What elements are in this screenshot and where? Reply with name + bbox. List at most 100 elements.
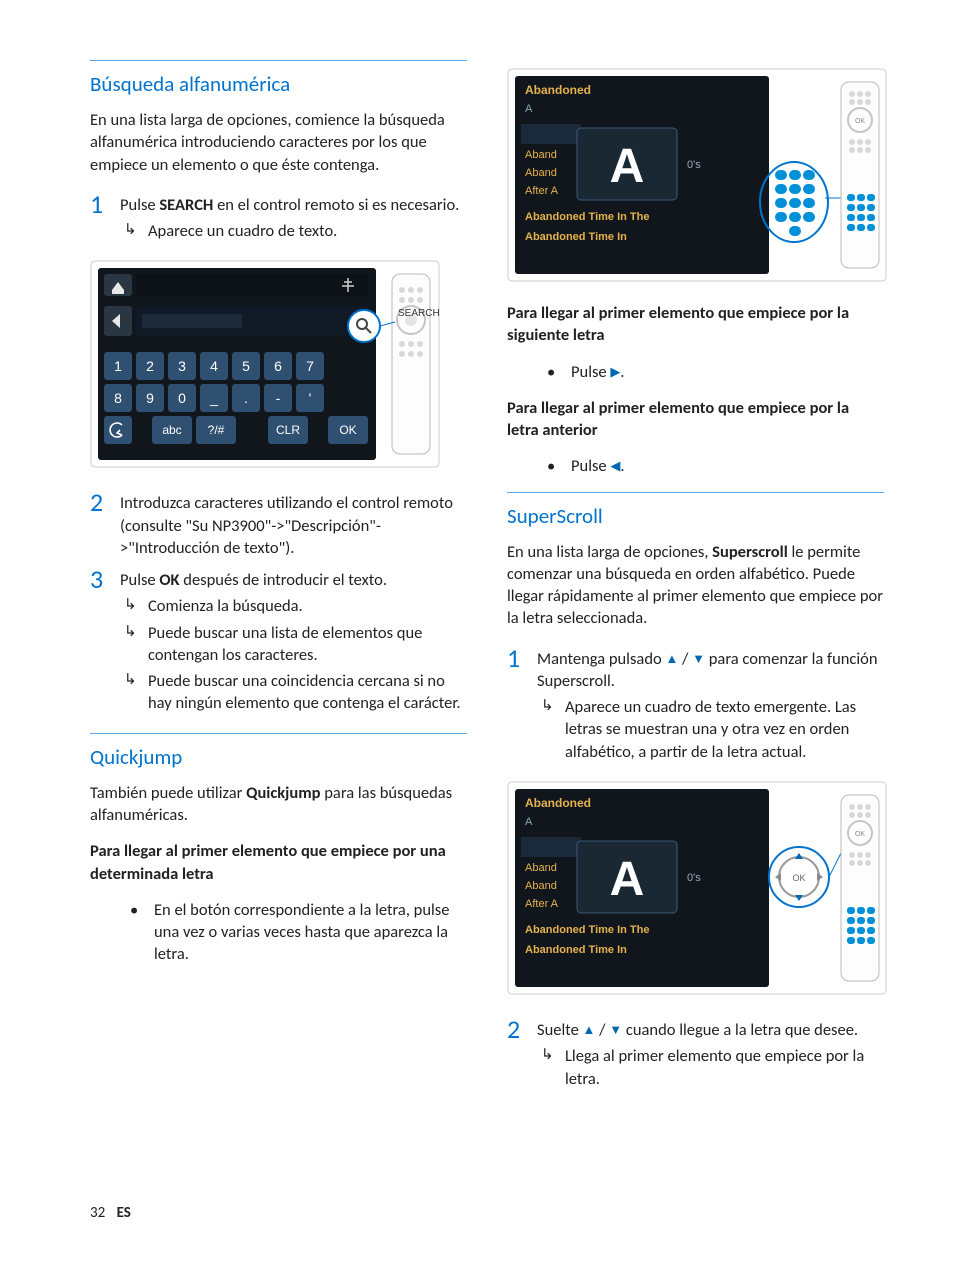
figure-search-keyboard: 1 2 3 4 5 6 7 8 9 0 _ . - ' <box>90 260 440 468</box>
superscroll-step-2: 2 Suelte ▲ / ▼ cuando llegue a la letra … <box>507 1015 884 1094</box>
para-quickjump-letter: Para llegar al primer elemento que empie… <box>90 840 467 885</box>
step-text: Pulse <box>120 570 159 590</box>
callout-circle <box>348 310 380 342</box>
para-superscroll: En una lista larga de opciones, Superscr… <box>507 541 884 630</box>
sub-result: ↳Puede buscar una lista de elementos que… <box>120 622 467 667</box>
svg-text:Abandoned Time In: Abandoned Time In <box>525 231 627 243</box>
sub-text: Aparece un cuadro de texto emergente. La… <box>565 696 884 763</box>
svg-text:OK: OK <box>792 873 805 883</box>
step-text: cuando llegue a la letra que desee. <box>622 1020 858 1040</box>
bullet-text: Pulse ◀. <box>571 455 625 477</box>
divider <box>90 733 467 734</box>
triangle-down-icon: ▼ <box>609 1023 622 1038</box>
triangle-down-icon: ▼ <box>692 652 705 667</box>
step-number: 3 <box>90 565 120 719</box>
result-arrow-icon: ↳ <box>537 1045 565 1090</box>
bullet-text: Pulse ▶. <box>571 361 625 383</box>
svg-text:After A: After A <box>525 898 559 910</box>
heading-alpha-search: Búsqueda alfanumérica <box>90 71 467 97</box>
result-arrow-icon: ↳ <box>120 220 148 242</box>
text: En una lista larga de opciones, <box>507 542 712 562</box>
svg-text:OK: OK <box>339 423 356 437</box>
svg-text:Abandoned Time In The: Abandoned Time In The <box>525 924 649 936</box>
step-number: 1 <box>507 644 537 767</box>
result-arrow-icon: ↳ <box>120 595 148 617</box>
svg-text:3: 3 <box>178 358 186 374</box>
svg-text:5: 5 <box>242 358 250 374</box>
svg-text:6: 6 <box>274 358 282 374</box>
svg-text:Abandoned: Abandoned <box>525 83 591 97</box>
text: Pulse <box>571 456 610 476</box>
step-1: 1 Pulse SEARCH en el control remoto si e… <box>90 190 467 247</box>
svg-text:CLR: CLR <box>276 423 300 437</box>
svg-text:Abandoned Time In The: Abandoned Time In The <box>525 211 649 223</box>
result-arrow-icon: ↳ <box>537 696 565 763</box>
text: Pulse <box>571 362 610 382</box>
svg-text:0: 0 <box>178 390 186 406</box>
keypad-row-1: 1 2 3 4 5 6 7 <box>104 352 324 380</box>
svg-text:9: 9 <box>146 390 154 406</box>
svg-text:abc: abc <box>162 423 181 437</box>
overlay-letter: A <box>610 853 645 906</box>
callout-label: SEARCH <box>398 308 440 319</box>
bullet-icon: • <box>547 361 571 383</box>
page-footer: 32 ES <box>90 1204 131 1222</box>
svg-text:0's: 0's <box>687 872 701 884</box>
sub-result: ↳Aparece un cuadro de texto emergente. L… <box>537 696 884 763</box>
svg-text:?/#: ?/# <box>208 423 225 437</box>
step-text: Mantenga pulsado <box>537 649 665 669</box>
key-label-search: SEARCH <box>159 195 213 215</box>
result-arrow-icon: ↳ <box>120 670 148 715</box>
language-code: ES <box>117 1204 131 1222</box>
play-left-icon: ◀ <box>610 459 620 474</box>
step-text: en el control remoto si es necesario. <box>213 195 459 215</box>
result-arrow-icon: ↳ <box>120 622 148 667</box>
svg-text:8: 8 <box>114 390 122 406</box>
key-label-ok: OK <box>159 570 179 590</box>
heading-superscroll: SuperScroll <box>507 503 884 529</box>
bullet-item: •Pulse ◀. <box>547 455 884 477</box>
svg-text:7: 7 <box>306 358 314 374</box>
svg-text:Abandoned: Abandoned <box>525 796 591 810</box>
superscroll-step-1: 1 Mantenga pulsado ▲ / ▼ para comenzar l… <box>507 644 884 767</box>
svg-text:0's: 0's <box>687 159 701 171</box>
divider <box>90 60 467 61</box>
step-2: 2 Introduzca caracteres utilizando el co… <box>90 488 467 559</box>
triangle-up-icon: ▲ <box>665 652 678 667</box>
bullet-icon: • <box>547 455 571 477</box>
svg-text:1: 1 <box>114 358 122 374</box>
bullet-item: •En el botón correspondiente a la letra,… <box>130 899 467 966</box>
svg-text:_: _ <box>209 390 218 406</box>
step-text: Pulse <box>120 195 159 215</box>
svg-text:After A: After A <box>525 185 559 197</box>
para-next-letter: Para llegar al primer elemento que empie… <box>507 302 884 347</box>
step-text: Suelte <box>537 1020 583 1040</box>
svg-text:4: 4 <box>210 358 218 374</box>
overlay-letter: A <box>610 140 645 193</box>
svg-text:2: 2 <box>146 358 154 374</box>
para-quickjump: También puede utilizar Quickjump para la… <box>90 782 467 827</box>
svg-text:': ' <box>309 390 312 406</box>
svg-text:Aband: Aband <box>525 149 557 161</box>
sub-text: Puede buscar una lista de elementos que … <box>148 622 467 667</box>
figure-quickjump-screen: Abandoned A Aband Aband After A Abandone… <box>507 68 887 282</box>
para-prev-letter: Para llegar al primer elemento que empie… <box>507 397 884 442</box>
step-number: 1 <box>90 190 120 247</box>
bullet-icon: • <box>130 899 154 966</box>
play-right-icon: ▶ <box>610 365 620 380</box>
text-bold: Superscroll <box>712 542 788 562</box>
svg-text:-: - <box>276 390 281 406</box>
bullet-item: •Pulse ▶. <box>547 361 884 383</box>
text: También puede utilizar <box>90 783 246 803</box>
sub-text: Comienza la búsqueda. <box>148 595 303 617</box>
bullet-text: En el botón correspondiente a la letra, … <box>154 899 467 966</box>
heading-quickjump: Quickjump <box>90 744 467 770</box>
svg-text:Abandoned Time In: Abandoned Time In <box>525 944 627 956</box>
svg-text:Aband: Aband <box>525 167 557 179</box>
step-number: 2 <box>507 1015 537 1094</box>
svg-text:Aband: Aband <box>525 880 557 892</box>
sub-result: ↳Puede buscar una coincidencia cercana s… <box>120 670 467 715</box>
triangle-up-icon: ▲ <box>583 1023 596 1038</box>
step-3: 3 Pulse OK después de introducir el text… <box>90 565 467 719</box>
sub-text: Puede buscar una coincidencia cercana si… <box>148 670 467 715</box>
